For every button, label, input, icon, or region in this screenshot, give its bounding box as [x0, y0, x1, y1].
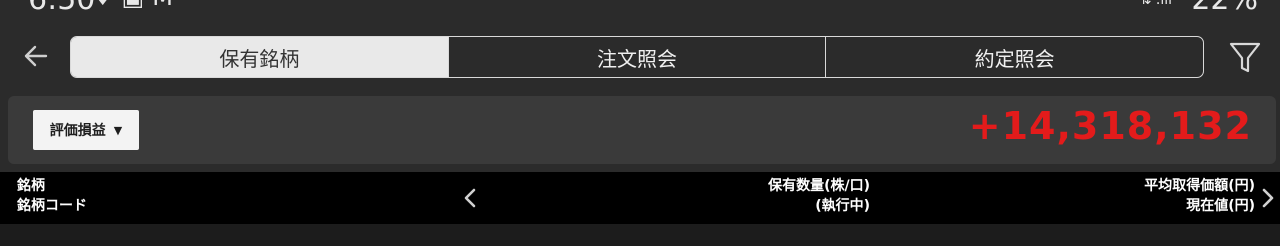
header-price-column: 平均取得価額(円) 現在値(円) — [1144, 176, 1255, 216]
caret-down-icon: ▼ — [113, 123, 123, 137]
metric-dropdown-label: 評価損益 — [49, 123, 106, 139]
header-pending: (執行中) — [815, 198, 870, 214]
header-current-price: 現在値(円) — [1186, 198, 1255, 214]
summary-card: 評価損益 ▼ +14,318,132 — [8, 96, 1276, 164]
header-quantity: 保有数量(株/口) — [768, 178, 870, 194]
notification-icons: ♦▣M• — [92, 0, 203, 11]
total-unrealized-gain: +14,318,132 — [968, 104, 1252, 148]
status-bar: 6:50 ♦▣M• ⇅ .ıll 22% — [0, 0, 1280, 20]
signal-icon: ⇅ .ıll — [1139, 0, 1172, 8]
status-time: 6:50 — [28, 0, 95, 17]
column-header: 銘柄 銘柄コード 保有数量(株/口) (執行中) 平均取得価額(円) 現在値(円… — [0, 172, 1280, 224]
header-quantity-column: 保有数量(株/口) (執行中) — [768, 176, 870, 216]
header-name: 銘柄 — [17, 178, 45, 194]
tab-order-inquiry[interactable]: 注文照会 — [447, 37, 826, 77]
header-name-column: 銘柄 銘柄コード — [17, 176, 87, 216]
header-code: 銘柄コード — [17, 198, 87, 214]
tab-bar: 保有銘柄 注文照会 約定照会 — [70, 36, 1204, 78]
tab-execution-inquiry[interactable]: 約定照会 — [825, 37, 1203, 77]
chevron-right-icon[interactable] — [1258, 184, 1278, 212]
chevron-left-icon[interactable] — [460, 184, 480, 212]
metric-dropdown[interactable]: 評価損益 ▼ — [33, 110, 139, 150]
header-avg-cost: 平均取得価額(円) — [1144, 178, 1255, 194]
table-row-partial[interactable] — [0, 224, 1280, 246]
tab-holdings[interactable]: 保有銘柄 — [71, 37, 448, 77]
back-arrow-icon[interactable] — [18, 38, 54, 74]
top-bar: 保有銘柄 注文照会 約定照会 — [0, 20, 1280, 92]
filter-icon[interactable] — [1226, 38, 1264, 76]
battery-level: 22% — [1191, 0, 1258, 17]
